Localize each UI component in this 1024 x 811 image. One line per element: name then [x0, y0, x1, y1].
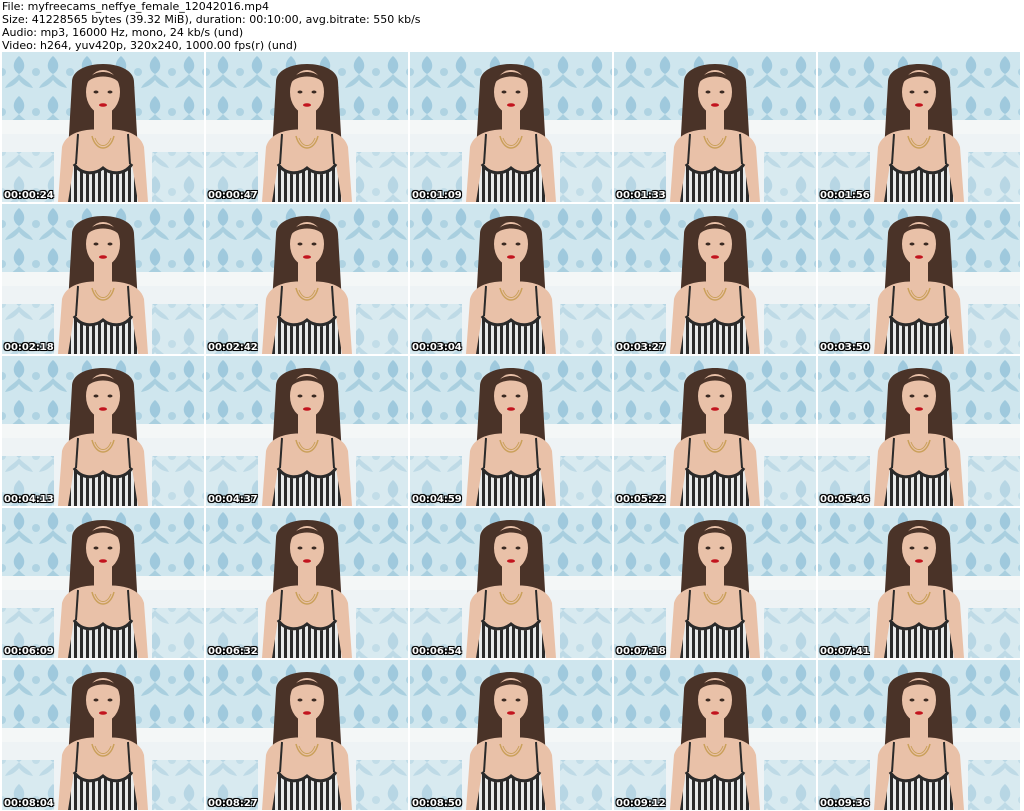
video-frame-image [206, 356, 408, 506]
video-frame-image [410, 52, 612, 202]
video-frame-image [206, 660, 408, 810]
video-thumbnail: 00:03:50 [818, 204, 1020, 354]
video-thumbnail: 00:04:37 [206, 356, 408, 506]
thumbnail-timestamp: 00:00:47 [208, 190, 258, 201]
video-thumbnail: 00:01:33 [614, 52, 816, 202]
video-frame-image [206, 508, 408, 658]
video-thumbnail: 00:09:36 [818, 660, 1020, 810]
video-frame-image [410, 660, 612, 810]
video-frame-image [410, 508, 612, 658]
file-name-line: File: myfreecams_neffye_female_12042016.… [2, 0, 269, 13]
video-thumbnail: 00:00:47 [206, 52, 408, 202]
video-thumbnail: 00:07:18 [614, 508, 816, 658]
video-frame-image [2, 660, 204, 810]
video-thumbnail: 00:04:59 [410, 356, 612, 506]
video-thumbnail: 00:01:09 [410, 52, 612, 202]
thumbnail-timestamp: 00:00:24 [4, 190, 54, 201]
thumbnail-timestamp: 00:01:56 [820, 190, 870, 201]
video-thumbnail: 00:06:54 [410, 508, 612, 658]
thumbnail-timestamp: 00:07:18 [616, 646, 666, 657]
video-info-header: File: myfreecams_neffye_female_12042016.… [2, 0, 1022, 52]
file-size-line: Size: 41228565 bytes (39.32 MiB), durati… [2, 13, 421, 26]
audio-info-line: Audio: mp3, 16000 Hz, mono, 24 kb/s (und… [2, 26, 244, 39]
video-thumbnail: 00:08:27 [206, 660, 408, 810]
video-thumbnail: 00:05:22 [614, 356, 816, 506]
video-frame-image [818, 204, 1020, 354]
video-thumbnail: 00:04:13 [2, 356, 204, 506]
video-frame-image [818, 508, 1020, 658]
video-frame-image [614, 660, 816, 810]
thumbnail-grid: 00:00:24 00:00:47 00:01:09 00:01:33 00:0… [0, 52, 1024, 811]
video-frame-image [614, 356, 816, 506]
thumbnail-timestamp: 00:06:32 [208, 646, 258, 657]
thumbnail-timestamp: 00:09:36 [820, 798, 870, 809]
thumbnail-timestamp: 00:02:18 [4, 342, 54, 353]
thumbnail-timestamp: 00:03:27 [616, 342, 666, 353]
thumbnail-timestamp: 00:06:09 [4, 646, 54, 657]
video-thumbnail: 00:02:18 [2, 204, 204, 354]
thumbnail-timestamp: 00:03:50 [820, 342, 870, 353]
video-frame-image [206, 52, 408, 202]
thumbnail-timestamp: 00:04:59 [412, 494, 462, 505]
video-frame-image [410, 356, 612, 506]
thumbnail-timestamp: 00:06:54 [412, 646, 462, 657]
thumbnail-timestamp: 00:08:04 [4, 798, 54, 809]
thumbnail-timestamp: 00:08:27 [208, 798, 258, 809]
thumbnail-timestamp: 00:04:37 [208, 494, 258, 505]
video-frame-image [206, 204, 408, 354]
video-thumbnail: 00:03:27 [614, 204, 816, 354]
thumbnail-timestamp: 00:04:13 [4, 494, 54, 505]
thumbnail-timestamp: 00:03:04 [412, 342, 462, 353]
video-thumbnail: 00:08:50 [410, 660, 612, 810]
video-frame-image [614, 52, 816, 202]
video-frame-image [614, 204, 816, 354]
thumbnail-timestamp: 00:02:42 [208, 342, 258, 353]
video-frame-image [2, 204, 204, 354]
video-frame-image [2, 52, 204, 202]
thumbnail-timestamp: 00:07:41 [820, 646, 870, 657]
video-thumbnail: 00:08:04 [2, 660, 204, 810]
video-thumbnail: 00:02:42 [206, 204, 408, 354]
video-frame-image [818, 52, 1020, 202]
video-frame-image [410, 204, 612, 354]
video-frame-image [2, 508, 204, 658]
video-thumbnail: 00:05:46 [818, 356, 1020, 506]
thumbnail-timestamp: 00:09:12 [616, 798, 666, 809]
thumbnail-timestamp: 00:08:50 [412, 798, 462, 809]
video-frame-image [614, 508, 816, 658]
video-thumbnail: 00:01:56 [818, 52, 1020, 202]
video-frame-image [818, 356, 1020, 506]
video-thumbnail: 00:07:41 [818, 508, 1020, 658]
video-info-line: Video: h264, yuv420p, 320x240, 1000.00 f… [2, 39, 298, 52]
video-frame-image [2, 356, 204, 506]
video-thumbnail: 00:09:12 [614, 660, 816, 810]
video-frame-image [818, 660, 1020, 810]
thumbnail-timestamp: 00:01:33 [616, 190, 666, 201]
thumbnail-timestamp: 00:05:22 [616, 494, 666, 505]
thumbnail-timestamp: 00:05:46 [820, 494, 870, 505]
video-thumbnail: 00:00:24 [2, 52, 204, 202]
thumbnail-timestamp: 00:01:09 [412, 190, 462, 201]
video-thumbnail: 00:06:09 [2, 508, 204, 658]
video-thumbnail: 00:06:32 [206, 508, 408, 658]
video-thumbnail: 00:03:04 [410, 204, 612, 354]
